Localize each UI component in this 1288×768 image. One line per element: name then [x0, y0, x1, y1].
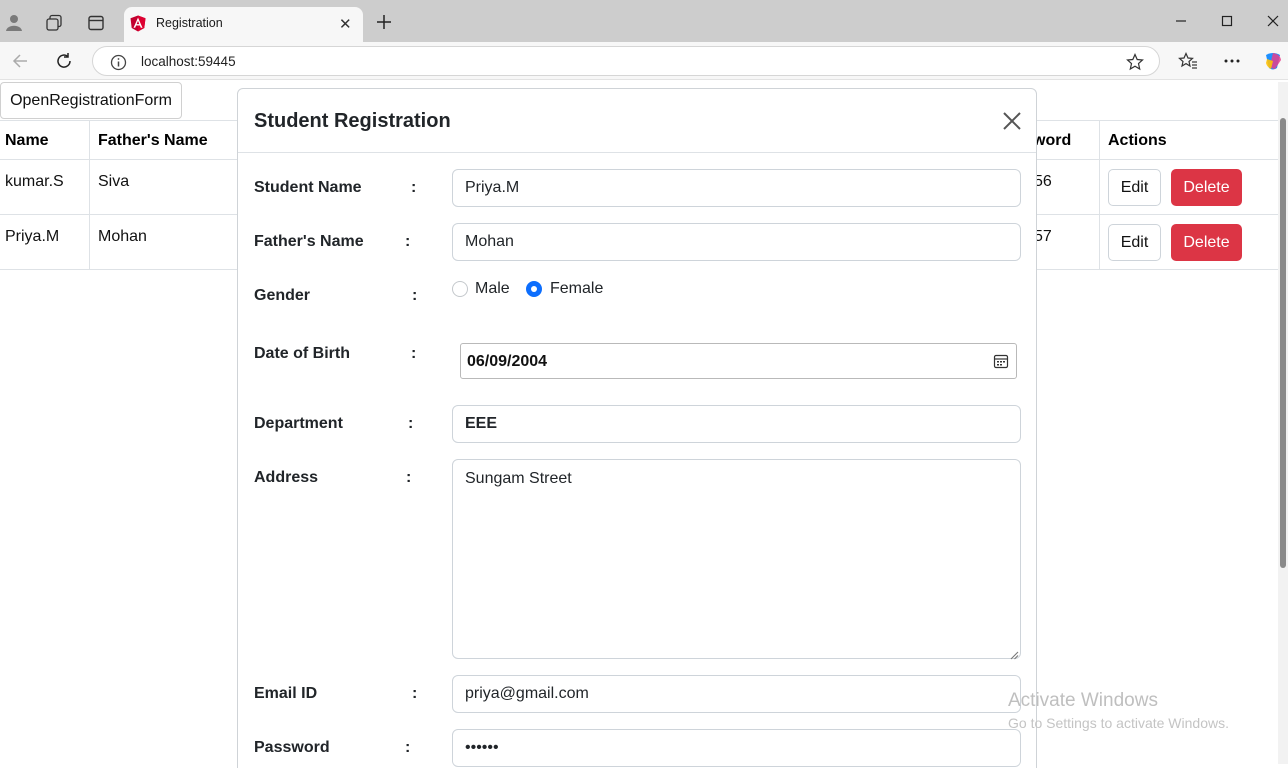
url-text: localhost:59445 — [141, 54, 236, 69]
angular-favicon-icon — [130, 15, 146, 32]
site-info-icon[interactable] — [109, 53, 127, 71]
minimize-icon[interactable] — [1172, 12, 1190, 30]
registration-modal: Student Registration Student Name : Fath… — [237, 88, 1037, 768]
open-registration-form-button[interactable]: OpenRegistrationForm — [0, 82, 182, 119]
more-menu-icon[interactable] — [1222, 51, 1242, 71]
address-bar[interactable]: localhost:59445 — [92, 46, 1160, 76]
address-toolbar: localhost:59445 — [0, 42, 1288, 80]
favorite-star-icon[interactable] — [1125, 52, 1145, 72]
male-radio[interactable] — [452, 281, 468, 297]
back-icon[interactable] — [10, 51, 30, 71]
column-header-father-name: Father's Name — [98, 132, 208, 149]
radio-selected-dot — [531, 286, 537, 292]
dob-input[interactable]: 06/09/2004 — [460, 343, 1017, 379]
tab-close-icon[interactable]: ✕ — [339, 15, 352, 33]
student-name-input[interactable] — [452, 169, 1021, 207]
field-colon: : — [408, 415, 414, 432]
page-scrollbar[interactable] — [1278, 82, 1288, 764]
department-label: Department — [254, 415, 343, 432]
column-header-password: word — [1033, 132, 1072, 149]
female-radio[interactable] — [526, 281, 542, 297]
maximize-icon[interactable] — [1218, 12, 1236, 30]
copilot-icon[interactable] — [1262, 50, 1284, 72]
favorites-icon[interactable] — [1178, 51, 1198, 71]
field-colon: : — [405, 233, 411, 250]
calendar-icon[interactable] — [992, 352, 1010, 370]
browser-tab-strip: Registration ✕ — [0, 0, 1288, 42]
tab-title: Registration — [156, 16, 223, 30]
department-input[interactable] — [452, 405, 1021, 443]
field-colon: : — [411, 345, 417, 362]
cell-father-name: Mohan — [98, 228, 147, 245]
male-radio-label: Male — [475, 280, 510, 297]
table-column-border — [89, 120, 90, 270]
delete-button[interactable]: Delete — [1171, 224, 1242, 261]
close-window-icon[interactable] — [1264, 12, 1282, 30]
table-column-border — [1099, 120, 1100, 270]
textarea-resize-grip-icon[interactable] — [1009, 647, 1019, 665]
address-textarea[interactable]: Sungam Street — [452, 459, 1021, 659]
active-tab[interactable]: Registration ✕ — [124, 7, 363, 42]
cell-father-name: Siva — [98, 173, 130, 190]
father-name-label: Father's Name — [254, 233, 364, 250]
modal-header-divider — [238, 152, 1036, 153]
activate-windows-title: Activate Windows — [1008, 690, 1158, 711]
father-name-input[interactable] — [452, 223, 1021, 261]
edit-button[interactable]: Edit — [1108, 169, 1161, 206]
tab-actions-icon[interactable] — [86, 13, 106, 33]
edit-button[interactable]: Edit — [1108, 224, 1161, 261]
dob-value: 06/09/2004 — [467, 353, 548, 370]
scrollbar-thumb[interactable] — [1280, 118, 1286, 568]
column-header-actions: Actions — [1108, 132, 1167, 149]
close-icon[interactable] — [1000, 109, 1024, 133]
gender-label: Gender — [254, 287, 311, 304]
field-colon: : — [412, 287, 418, 304]
field-colon: : — [412, 685, 418, 702]
password-input[interactable] — [452, 729, 1021, 767]
cell-name: kumar.S — [5, 173, 64, 190]
new-tab-icon[interactable] — [374, 12, 394, 32]
column-header-name: Name — [5, 132, 49, 149]
password-label: Password — [254, 739, 330, 756]
field-colon: : — [405, 739, 411, 756]
refresh-icon[interactable] — [54, 51, 74, 71]
delete-button[interactable]: Delete — [1171, 169, 1242, 206]
workspaces-icon[interactable] — [44, 13, 64, 33]
field-colon: : — [411, 179, 417, 196]
female-radio-label: Female — [550, 280, 604, 297]
address-label: Address — [254, 469, 319, 486]
dob-label: Date of Birth — [254, 345, 350, 362]
field-colon: : — [406, 469, 412, 486]
student-name-label: Student Name — [254, 179, 362, 196]
modal-title: Student Registration — [254, 110, 451, 132]
activate-windows-subtitle: Go to Settings to activate Windows. — [1008, 715, 1229, 731]
email-input[interactable] — [452, 675, 1021, 713]
profile-icon[interactable] — [4, 12, 24, 32]
email-label: Email ID — [254, 685, 318, 702]
cell-name: Priya.M — [5, 228, 60, 245]
